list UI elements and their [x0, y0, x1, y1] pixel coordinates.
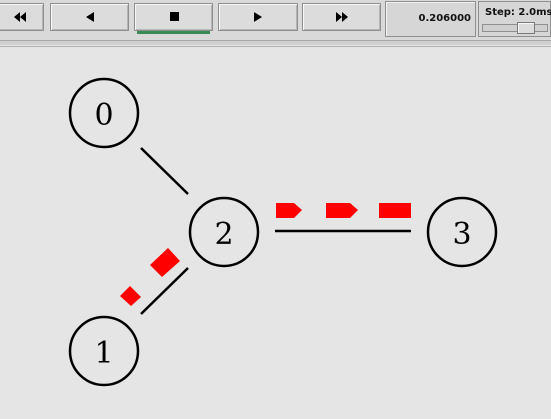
network-graph: 0 1 2 3 [68, 77, 498, 387]
packet [120, 286, 141, 306]
packet [276, 203, 302, 218]
node-2-label: 2 [214, 217, 233, 252]
node-1-label: 1 [94, 336, 113, 371]
node-3[interactable]: 3 [426, 196, 498, 268]
packet [379, 203, 411, 218]
packet [150, 248, 180, 277]
link-0-2 [140, 147, 189, 195]
node-0[interactable]: 0 [68, 77, 140, 149]
node-2[interactable]: 2 [188, 196, 260, 268]
node-0-label: 0 [94, 98, 113, 133]
node-3-label: 3 [452, 217, 471, 252]
node-1[interactable]: 1 [68, 315, 140, 387]
packet [326, 203, 358, 218]
link-1-2 [140, 267, 189, 315]
